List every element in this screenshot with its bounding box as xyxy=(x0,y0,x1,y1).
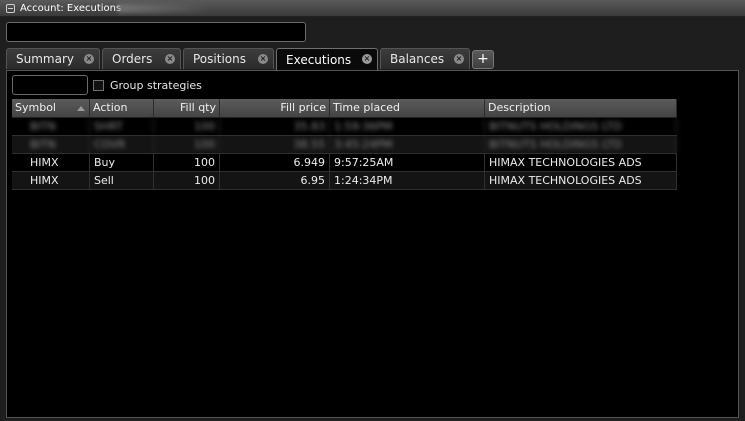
table-row[interactable]: HIMX Sell 100 6.95 1:24:34PM HIMAX TECHN… xyxy=(12,172,677,190)
sort-ascending-icon xyxy=(77,106,85,111)
cell-action: SHRT xyxy=(90,118,154,135)
cell-fill-price: 6.95 xyxy=(220,172,330,189)
cell-fill-qty: 100 xyxy=(154,136,220,153)
cell-fill-price: 38.55 xyxy=(220,136,330,153)
tab-executions[interactable]: Executions × xyxy=(276,48,378,70)
column-header-fill-qty[interactable]: Fill qty xyxy=(154,99,220,117)
close-icon[interactable]: × xyxy=(362,54,372,64)
cell-fill-qty: 100 xyxy=(154,118,220,135)
tab-strip: Summary × Orders × Positions × Execution… xyxy=(6,48,494,70)
executions-panel: Group strategies Symbol Action Fill qty … xyxy=(6,70,739,418)
cell-symbol: HIMX xyxy=(12,154,90,171)
tab-label: Executions xyxy=(286,52,352,67)
cell-symbol: BITN xyxy=(12,118,90,135)
column-header-description[interactable]: Description xyxy=(485,99,677,117)
title-bar-highlight xyxy=(118,4,208,13)
window-title: Account: Executions xyxy=(20,2,122,14)
tab-orders[interactable]: Orders × xyxy=(102,48,181,69)
cell-symbol: BITN xyxy=(12,136,90,153)
close-icon[interactable]: × xyxy=(454,54,464,64)
column-header-action[interactable]: Action xyxy=(90,99,154,117)
group-strategies-checkbox[interactable] xyxy=(93,80,104,91)
cell-action: COVR xyxy=(90,136,154,153)
table-row[interactable]: BITN COVR 100 38.55 3:45:24PM BITNUTS HO… xyxy=(12,136,677,154)
cell-action: Sell xyxy=(90,172,154,189)
cell-action: Buy xyxy=(90,154,154,171)
cell-fill-price: 6.949 xyxy=(220,154,330,171)
table-row[interactable]: BITN SHRT 100 35.83 1:59:36PM BITNUTS HO… xyxy=(12,118,677,136)
close-icon[interactable]: × xyxy=(258,54,268,64)
executions-table: Symbol Action Fill qty Fill price Time p… xyxy=(12,99,677,190)
title-bar[interactable]: Account: Executions xyxy=(0,0,745,17)
close-icon[interactable]: × xyxy=(84,54,94,64)
column-header-symbol[interactable]: Symbol xyxy=(12,99,90,117)
add-tab-button[interactable]: + xyxy=(472,50,494,69)
table-row[interactable]: HIMX Buy 100 6.949 9:57:25AM HIMAX TECHN… xyxy=(12,154,677,172)
window-menu-icon[interactable] xyxy=(6,3,15,13)
account-input[interactable] xyxy=(6,22,306,42)
close-icon[interactable]: × xyxy=(165,54,175,64)
cell-fill-qty: 100 xyxy=(154,154,220,171)
tab-label: Balances xyxy=(390,52,445,66)
cell-description: BITNUTS HOLDINGS LTD xyxy=(485,118,677,135)
cell-time-placed: 1:59:36PM xyxy=(330,118,485,135)
cell-time-placed: 9:57:25AM xyxy=(330,154,485,171)
tab-balances[interactable]: Balances × xyxy=(380,48,470,69)
group-strategies-label: Group strategies xyxy=(110,79,202,92)
cell-fill-qty: 100 xyxy=(154,172,220,189)
column-header-time-placed[interactable]: Time placed xyxy=(330,99,485,117)
tab-summary[interactable]: Summary × xyxy=(6,48,100,69)
cell-fill-price: 35.83 xyxy=(220,118,330,135)
cell-time-placed: 3:45:24PM xyxy=(330,136,485,153)
tab-label: Summary xyxy=(16,52,74,66)
tab-label: Orders xyxy=(112,52,153,66)
cell-description: BITNUTS HOLDINGS LTD xyxy=(485,136,677,153)
symbol-filter-input[interactable] xyxy=(12,75,88,95)
tab-positions[interactable]: Positions × xyxy=(183,48,274,69)
column-header-fill-price[interactable]: Fill price xyxy=(220,99,330,117)
window-frame: Summary × Orders × Positions × Execution… xyxy=(0,17,745,421)
table-header: Symbol Action Fill qty Fill price Time p… xyxy=(12,99,677,118)
tab-label: Positions xyxy=(193,52,246,66)
group-strategies-option[interactable]: Group strategies xyxy=(93,79,202,92)
cell-symbol: HIMX xyxy=(12,172,90,189)
cell-description: HIMAX TECHNOLOGIES ADS xyxy=(485,172,677,189)
cell-time-placed: 1:24:34PM xyxy=(330,172,485,189)
cell-description: HIMAX TECHNOLOGIES ADS xyxy=(485,154,677,171)
